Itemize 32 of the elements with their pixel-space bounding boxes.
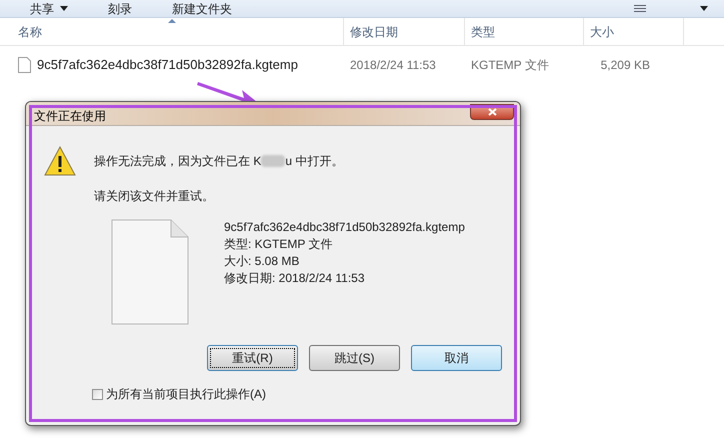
toolbar-button[interactable]: 刻录 [108, 2, 132, 14]
file-detail: 类型: KGTEMP 文件 [224, 236, 334, 253]
file-type: KGTEMP 文件 [470, 57, 550, 74]
toolbar-button[interactable]: 共享 [30, 2, 68, 14]
checkbox[interactable] [92, 388, 103, 400]
dialog-button[interactable]: 重试(R) [207, 345, 298, 371]
column-header[interactable]: 大小 [584, 18, 684, 45]
dialog-title: 文件正在使用 [34, 108, 106, 124]
sort-arrow-icon [168, 19, 176, 23]
file-detail: 大小: 5.08 MB [224, 253, 300, 270]
modified-date: 2018/2/24 11:53 [349, 57, 437, 74]
caret-icon [60, 6, 68, 11]
column-header[interactable]: 类型 [465, 18, 584, 45]
file-size: 5,209 KB [600, 57, 650, 74]
file-detail: 修改日期: 2018/2/24 11:53 [224, 270, 366, 287]
column-header[interactable]: 名称 [0, 18, 344, 45]
close-icon [488, 108, 496, 116]
file-icon [18, 57, 31, 73]
warning-icon [44, 146, 76, 176]
error-message: u 中打开。 [285, 153, 344, 170]
view-options-icon[interactable] [634, 5, 646, 12]
toolbar-button[interactable]: 新建文件夹 [172, 2, 232, 14]
column-header[interactable]: 修改日期 [344, 18, 465, 45]
file-detail: 9c5f7afc362e4dbc38f71d50b32892fa.kgtemp [224, 219, 465, 236]
dialog-button[interactable]: 跳过(S) [309, 345, 400, 371]
error-message: 操作无法完成，因为文件已在 K [94, 153, 262, 170]
caret-icon[interactable] [700, 6, 708, 11]
file-name[interactable]: 9c5f7afc362e4dbc38f71d50b32892fa.kgtemp [37, 55, 298, 75]
instruction-text: 请关闭该文件并重试。 [94, 188, 215, 205]
dialog-button[interactable]: 取消 [411, 345, 502, 371]
document-icon [111, 219, 189, 325]
checkbox-label[interactable]: 为所有当前项目执行此操作(A) [106, 385, 266, 403]
